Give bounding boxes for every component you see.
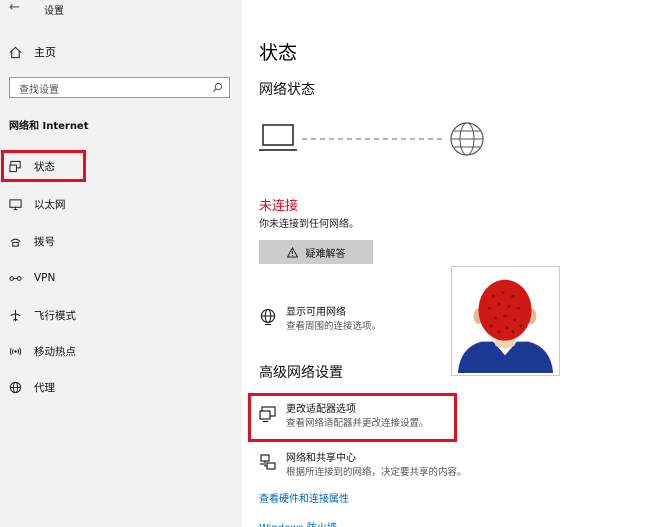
sidebar-item-ethernet[interactable]: 以太网	[9, 194, 229, 214]
sidebar-item-hotspot[interactable]: 移动热点	[9, 341, 229, 361]
show-networks-option[interactable]: 显示可用网络 查看周围的连接选项。	[259, 306, 381, 334]
sidebar-item-dialup[interactable]: 拨号	[9, 231, 229, 251]
show-networks-desc: 查看周围的连接选项。	[286, 321, 382, 332]
sharing-center-icon	[260, 454, 276, 470]
person-illustration	[457, 279, 554, 374]
sidebar: ← 设置 主页 查找设置 网络和 Internet 状态 以太网 拨号 VPN …	[0, 0, 242, 527]
sidebar-item-label: 飞行模式	[34, 309, 76, 322]
hardware-properties-link[interactable]: 查看硬件和连接属性	[259, 490, 349, 505]
airplane-icon	[10, 309, 21, 321]
sharing-center-title: 网络和共享中心	[286, 453, 356, 464]
firewall-link[interactable]: Windows 防火墙	[259, 519, 337, 527]
section-heading: 网络和 Internet	[9, 121, 89, 132]
show-networks-title: 显示可用网络	[286, 307, 346, 318]
dialup-icon	[10, 238, 21, 247]
globe-icon	[450, 122, 484, 156]
sharing-center-desc: 根据所连接到的网络，决定要共享的内容。	[286, 467, 467, 478]
avatar-photo	[451, 266, 560, 376]
network-globe-icon	[260, 308, 276, 325]
search-input[interactable]: 查找设置	[9, 77, 230, 98]
sidebar-item-label: 以太网	[34, 198, 66, 211]
adapter-highlight-box	[248, 393, 457, 442]
back-arrow-icon[interactable]: ←	[9, 0, 20, 15]
warning-icon	[286, 246, 298, 258]
vpn-icon	[9, 275, 22, 281]
sharing-center-option[interactable]: 网络和共享中心 根据所连接到的网络，决定要共享的内容。	[259, 452, 467, 480]
sidebar-item-label: 拨号	[34, 235, 55, 248]
globe-icon	[9, 381, 22, 393]
network-status-heading: 网络状态	[259, 82, 315, 98]
search-icon[interactable]	[212, 82, 223, 93]
home-icon	[9, 46, 22, 58]
hotspot-icon	[9, 347, 22, 355]
page-title: 状态	[259, 42, 298, 64]
sidebar-item-label: 移动热点	[34, 345, 76, 358]
troubleshoot-button[interactable]: 疑难解答	[259, 240, 373, 264]
troubleshoot-label: 疑难解答	[305, 248, 346, 260]
sidebar-item-proxy[interactable]: 代理	[9, 377, 229, 397]
sidebar-item-home[interactable]: 主页	[9, 44, 56, 60]
sidebar-item-label: 代理	[34, 381, 55, 394]
network-diagram	[259, 122, 484, 156]
sidebar-item-label: VPN	[34, 272, 56, 284]
sidebar-item-label: 主页	[34, 46, 56, 59]
ethernet-icon	[9, 198, 22, 210]
search-placeholder: 查找设置	[19, 85, 59, 96]
sidebar-item-airplane[interactable]: 飞行模式	[9, 305, 229, 325]
app-title: 设置	[44, 6, 64, 17]
status-highlight-box	[1, 150, 86, 182]
sidebar-item-vpn[interactable]: VPN	[9, 268, 229, 288]
connection-description: 你未连接到任何网络。	[259, 219, 359, 230]
laptop-icon	[259, 124, 297, 151]
advanced-settings-heading: 高级网络设置	[259, 365, 343, 381]
title-bar: ← 设置	[0, 0, 242, 22]
connection-state: 未连接	[259, 199, 299, 214]
